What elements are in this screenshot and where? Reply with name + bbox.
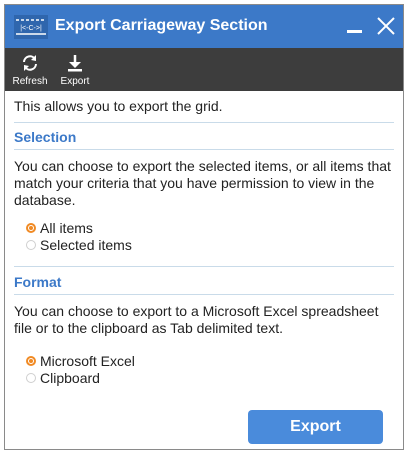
carriageway-app-icon: |<-C->|: [14, 15, 48, 39]
export-label: Export: [60, 76, 90, 87]
close-button[interactable]: [375, 14, 397, 38]
radio-label: Clipboard: [40, 369, 100, 386]
selection-heading: Selection: [14, 122, 394, 150]
radio-selected-icon: [26, 222, 36, 233]
refresh-icon: [23, 55, 37, 71]
selection-options: All items Selected items: [26, 219, 394, 253]
radio-label: Microsoft Excel: [40, 352, 135, 369]
close-icon: [377, 17, 395, 35]
radio-clipboard[interactable]: Clipboard: [26, 369, 394, 386]
app-icon-text: |<-C->|: [20, 25, 42, 32]
title-bar[interactable]: |<-C->| Export Carriageway Section: [5, 5, 403, 48]
format-options: Microsoft Excel Clipboard: [26, 352, 394, 386]
radio-unselected-icon: [26, 372, 36, 383]
refresh-label: Refresh: [12, 76, 48, 87]
refresh-button[interactable]: Refresh: [6, 48, 54, 91]
toolbar-export-button[interactable]: Export: [51, 48, 99, 91]
radio-microsoft-excel[interactable]: Microsoft Excel: [26, 352, 394, 369]
selection-description: You can choose to export the selected it…: [14, 158, 391, 208]
minimize-button[interactable]: [344, 13, 366, 39]
format-description: You can choose to export to a Microsoft …: [14, 303, 379, 336]
format-heading: Format: [14, 266, 394, 295]
radio-unselected-icon: [26, 239, 36, 250]
radio-selected-items[interactable]: Selected items: [26, 236, 394, 253]
toolbar: Refresh Export: [5, 48, 403, 91]
radio-all-items[interactable]: All items: [26, 219, 394, 236]
export-dialog: |<-C->| Export Carriageway Section Refre…: [4, 4, 404, 450]
radio-selected-icon: [26, 355, 36, 366]
export-button[interactable]: Export: [248, 410, 383, 444]
radio-label: Selected items: [40, 236, 132, 253]
radio-label: All items: [40, 219, 93, 236]
window-title: Export Carriageway Section: [55, 17, 268, 34]
download-icon: [68, 55, 82, 72]
intro-text: This allows you to export the grid.: [14, 98, 223, 114]
dialog-content: This allows you to export the grid. Sele…: [5, 98, 403, 386]
minimize-icon: [347, 30, 362, 33]
